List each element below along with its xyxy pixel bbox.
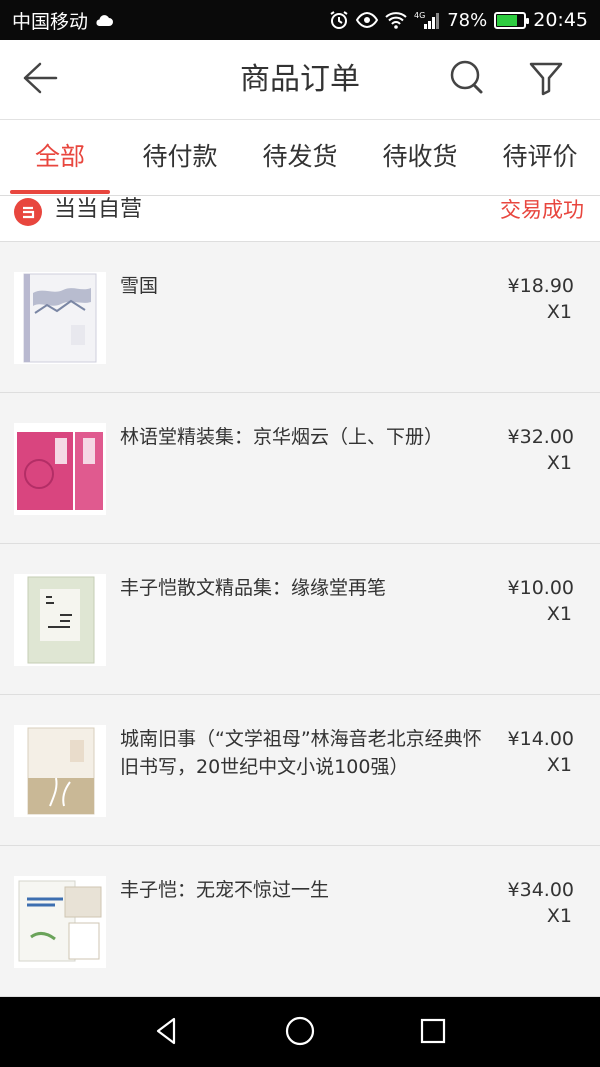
tab-all[interactable]: 全部 [10, 120, 110, 196]
item-name: 丰子恺：无宠不惊过一生 [120, 879, 330, 901]
item-quantity: X1 [546, 603, 572, 625]
active-tab-indicator [10, 190, 110, 194]
search-button[interactable] [446, 58, 490, 102]
back-triangle-icon [152, 1016, 182, 1050]
item-name: 城南旧事（“文学祖母”林海音老北京经典怀旧书写，20世纪中文小说100强） [120, 728, 482, 778]
home-circle-icon [284, 1015, 316, 1051]
item-quantity: X1 [546, 754, 572, 776]
item-name: 雪国 [120, 275, 159, 297]
list-item[interactable]: 林语堂精装集：京华烟云（上、下册） ¥32.00 X1 [0, 393, 600, 544]
app-header: 商品订单 [0, 40, 600, 120]
signal-icon: 4G [414, 10, 440, 30]
shop-header[interactable]: 当当自营 交易成功 [0, 196, 600, 242]
book-cover-jinghuayanyun [14, 423, 106, 515]
list-item[interactable]: 城南旧事（“文学祖母”林海音老北京经典怀旧书写，20世纪中文小说100强） ¥1… [0, 695, 600, 846]
item-price: ¥34.00 [507, 879, 574, 901]
item-quantity: X1 [546, 905, 572, 927]
list-item[interactable]: 雪国 ¥18.90 X1 [0, 242, 600, 393]
item-price: ¥10.00 [507, 577, 574, 599]
alarm-icon [329, 10, 349, 30]
order-status: 交易成功 [500, 198, 584, 222]
item-price: ¥14.00 [507, 728, 574, 750]
book-cover-xueguo [14, 272, 106, 364]
clock-time: 20:45 [533, 9, 588, 31]
back-button[interactable] [18, 60, 62, 100]
eye-icon [356, 12, 379, 28]
nav-back-button[interactable] [145, 1011, 189, 1055]
book-cover-chengnanjiushi [14, 725, 106, 817]
tab-pending-review[interactable]: 待评价 [488, 120, 592, 196]
network-type-label: 4G [414, 11, 425, 20]
wifi-icon [385, 11, 407, 29]
search-icon [448, 58, 488, 102]
filter-button[interactable] [524, 58, 568, 102]
list-item[interactable]: 丰子恺：无宠不惊过一生 ¥34.00 X1 [0, 846, 600, 997]
battery-percent: 78% [447, 9, 488, 31]
item-name: 丰子恺散文精品集：缘缘堂再笔 [120, 577, 387, 599]
order-item-list: 雪国 ¥18.90 X1 林语堂精装集：京华烟云（上、下册） ¥32.00 X1… [0, 242, 600, 997]
system-nav-bar [0, 997, 600, 1067]
cloud-icon [94, 13, 114, 27]
item-price: ¥32.00 [507, 426, 574, 448]
book-cover-yuanyuantang [14, 574, 106, 666]
nav-recents-button[interactable] [411, 1011, 455, 1055]
battery-icon [494, 11, 530, 29]
recents-square-icon [419, 1017, 447, 1049]
filter-icon [528, 60, 564, 100]
back-arrow-icon [22, 61, 58, 99]
order-tabs: 全部 待付款 待发货 待收货 待评价 [0, 120, 600, 196]
item-price: ¥18.90 [507, 275, 574, 297]
battery-fill [497, 14, 518, 26]
tab-pending-payment[interactable]: 待付款 [128, 120, 232, 196]
status-bar: 中国移动 4G 78% 20:45 [0, 0, 600, 40]
book-cover-wuchongbujing [14, 876, 106, 968]
carrier-label: 中国移动 [12, 10, 89, 33]
item-quantity: X1 [546, 452, 572, 474]
list-item[interactable]: 丰子恺散文精品集：缘缘堂再笔 ¥10.00 X1 [0, 544, 600, 695]
dangdang-logo-icon [14, 198, 42, 226]
item-quantity: X1 [546, 301, 572, 323]
shop-name: 当当自营 [54, 197, 143, 222]
tab-pending-receipt[interactable]: 待收货 [368, 120, 472, 196]
nav-home-button[interactable] [278, 1011, 322, 1055]
page-title: 商品订单 [240, 62, 360, 97]
tab-pending-shipment[interactable]: 待发货 [248, 120, 352, 196]
item-name: 林语堂精装集：京华烟云（上、下册） [120, 426, 444, 448]
